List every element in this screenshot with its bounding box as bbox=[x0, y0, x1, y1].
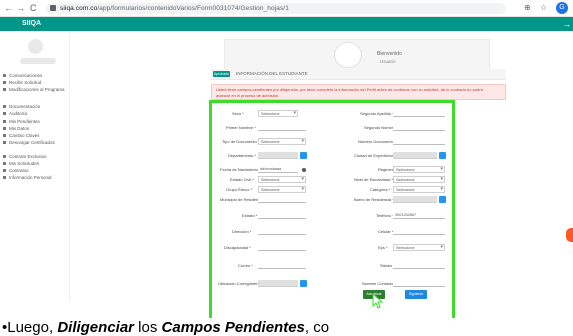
info-strip: Aprobado INFORMACIÓN DEL ESTUDIANTE bbox=[211, 69, 506, 80]
profile-name: Bienvenido bbox=[377, 51, 402, 57]
star-icon[interactable]: ☆ bbox=[540, 3, 547, 13]
sidebar: Comunicaciones Recibir Solicitud Modific… bbox=[0, 31, 70, 301]
user-avatar bbox=[28, 39, 43, 54]
forward-icon[interactable]: → bbox=[16, 2, 25, 14]
sidebar-item-modificaciones[interactable]: Modificaciones al Programa bbox=[3, 87, 65, 93]
sidebar-item-contrato[interactable]: Contrato Exclusivo bbox=[3, 154, 47, 160]
section-title: INFORMACIÓN DEL ESTUDIANTE bbox=[236, 71, 308, 76]
app-logo[interactable]: SIIQA bbox=[22, 19, 41, 29]
menu-icon bbox=[3, 162, 6, 166]
sidebar-item-comunicaciones[interactable]: Comunicaciones bbox=[3, 73, 42, 79]
next-button[interactable]: Siguiente bbox=[405, 290, 427, 299]
alert-line-2: avanzar en el proceso de admisión. bbox=[216, 93, 280, 98]
user-name-pill bbox=[20, 58, 56, 64]
caption: •Luego, Diligenciar los Campos Pendiente… bbox=[0, 318, 573, 336]
back-icon[interactable]: ← bbox=[4, 2, 13, 14]
menu-icon bbox=[3, 134, 6, 138]
sidebar-item-info-personal[interactable]: Información Personal bbox=[3, 175, 52, 181]
menu-icon bbox=[3, 155, 6, 159]
profile-role: Usuario bbox=[380, 59, 396, 64]
pending-fields-alert: Usted tiene campos pendientes por dilige… bbox=[211, 84, 506, 100]
mouse-cursor-icon bbox=[372, 293, 384, 309]
alert-line-1: Usted tiene campos pendientes por dilige… bbox=[216, 87, 483, 92]
address-bar[interactable]: siiqa.com.co/app/formularios/contenidoVa… bbox=[46, 3, 506, 14]
sidebar-item-cambio-claves[interactable]: Cambio Claves bbox=[3, 133, 40, 139]
menu-icon bbox=[3, 81, 6, 85]
caption-text: •Luego, Diligenciar los Campos Pendiente… bbox=[2, 319, 330, 336]
menu-icon bbox=[3, 176, 6, 180]
reload-icon[interactable]: C bbox=[30, 2, 37, 14]
menu-icon bbox=[3, 88, 6, 92]
profile-avatar[interactable]: G bbox=[556, 2, 568, 14]
sidebar-item-mis-datos[interactable]: Mis Datos bbox=[3, 126, 29, 132]
zoom-icon[interactable]: ⊕ bbox=[524, 3, 531, 13]
page: ← → C siiqa.com.co/app/formularios/conte… bbox=[0, 0, 573, 336]
sidebar-item-contratos[interactable]: Contratos bbox=[3, 168, 29, 174]
logout-arrow-icon[interactable]: → bbox=[562, 18, 571, 30]
menu-icon bbox=[3, 74, 6, 78]
sidebar-item-solicitudes[interactable]: Mis Solicitudes bbox=[3, 161, 39, 167]
menu-icon bbox=[3, 105, 6, 109]
lock-icon bbox=[50, 5, 56, 11]
menu-icon bbox=[3, 120, 6, 124]
browser-toolbar: ← → C siiqa.com.co/app/formularios/conte… bbox=[0, 0, 573, 17]
sidebar-item-recibir-solicitud[interactable]: Recibir Solicitud bbox=[3, 80, 41, 86]
sidebar-item-certificados[interactable]: Descargar Certificados bbox=[3, 140, 55, 146]
menu-icon bbox=[3, 141, 6, 145]
url-text[interactable]: siiqa.com.co/app/formularios/contenidoVa… bbox=[60, 3, 289, 14]
app-header: SIIQA → bbox=[0, 17, 573, 31]
sidebar-item-documentacion[interactable]: Documentación bbox=[3, 104, 40, 110]
profile-photo bbox=[334, 42, 362, 68]
menu-icon bbox=[3, 127, 6, 131]
sidebar-item-pendientes[interactable]: Mis Pendientes bbox=[3, 119, 40, 125]
status-badge: Aprobado bbox=[213, 71, 230, 77]
menu-icon bbox=[3, 169, 6, 173]
help-tab[interactable] bbox=[566, 228, 573, 242]
sidebar-item-auditoria[interactable]: Auditoría bbox=[3, 111, 27, 117]
menu-icon bbox=[3, 112, 6, 116]
